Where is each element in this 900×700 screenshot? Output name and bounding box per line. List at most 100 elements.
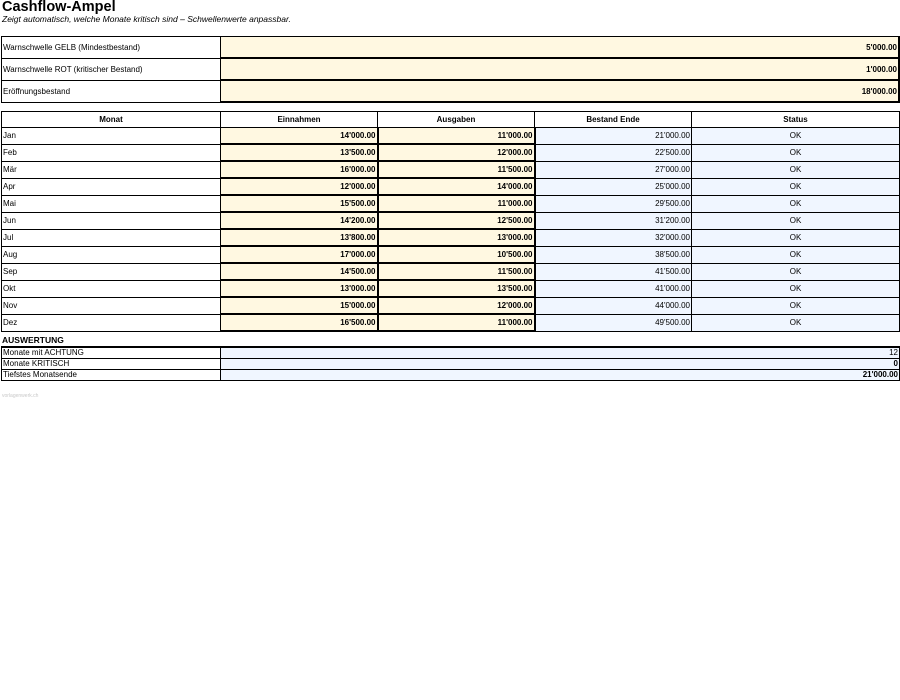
table-row: Okt 13'000.00 13'500.00 41'000.00 OK	[1, 279, 900, 298]
sheet-subtitle: Zeigt automatisch, welche Monate kritisc…	[2, 14, 291, 24]
parameter-label: Warnschwelle GELB (Mindestbestand)	[1, 36, 221, 59]
expenses-cell[interactable]: 11'000.00	[377, 313, 536, 332]
status-cell: OK	[691, 245, 900, 264]
income-cell[interactable]: 13'800.00	[220, 228, 379, 247]
income-cell[interactable]: 16'500.00	[220, 313, 379, 332]
income-cell[interactable]: 13'000.00	[220, 279, 379, 298]
status-cell: OK	[691, 211, 900, 230]
balance-cell: 32'000.00	[534, 228, 692, 247]
income-cell[interactable]: 13'500.00	[220, 143, 379, 162]
parameter-label: Eröffnungsbestand	[1, 79, 221, 103]
balance-cell: 44'000.00	[534, 296, 692, 315]
status-cell: OK	[691, 194, 900, 213]
month-cell: Feb	[1, 143, 221, 162]
income-cell[interactable]: 14'500.00	[220, 262, 379, 281]
expenses-cell[interactable]: 12'000.00	[377, 143, 536, 162]
income-cell[interactable]: 15'500.00	[220, 194, 379, 213]
month-cell: Mai	[1, 194, 221, 213]
parameter-value-cell[interactable]: 1'000.00	[220, 57, 900, 81]
month-cell: Jun	[1, 211, 221, 230]
status-cell: OK	[691, 313, 900, 332]
balance-cell: 22'500.00	[534, 143, 692, 162]
balance-cell: 27'000.00	[534, 160, 692, 179]
header-status: Status	[691, 111, 900, 128]
month-cell: Mär	[1, 160, 221, 179]
table-row: Feb 13'500.00 12'000.00 22'500.00 OK	[1, 143, 900, 162]
income-cell[interactable]: 12'000.00	[220, 177, 379, 196]
expenses-cell[interactable]: 10'500.00	[377, 245, 536, 264]
status-cell: OK	[691, 160, 900, 179]
table-row: Jun 14'200.00 12'500.00 31'200.00 OK	[1, 211, 900, 230]
month-cell: Apr	[1, 177, 221, 196]
balance-cell: 21'000.00	[534, 127, 692, 145]
status-cell: OK	[691, 296, 900, 315]
status-cell: OK	[691, 262, 900, 281]
balance-cell: 41'000.00	[534, 279, 692, 298]
evaluation-row: Monate mit ACHTUNG 12	[1, 346, 900, 359]
table-row: Jan 14'000.00 11'000.00 21'000.00 OK	[1, 127, 900, 145]
table-row: Mär 16'000.00 11'500.00 27'000.00 OK	[1, 160, 900, 179]
evaluation-row: Tiefstes Monatsende 21'000.00	[1, 369, 900, 381]
income-cell[interactable]: 17'000.00	[220, 245, 379, 264]
evaluation-value: 12	[220, 346, 900, 359]
status-cell: OK	[691, 228, 900, 247]
table-row: Aug 17'000.00 10'500.00 38'500.00 OK	[1, 245, 900, 264]
table-row: Dez 16'500.00 11'000.00 49'500.00 OK	[1, 313, 900, 332]
balance-cell: 41'500.00	[534, 262, 692, 281]
month-cell: Okt	[1, 279, 221, 298]
header-bestand-ende: Bestand Ende	[534, 111, 692, 128]
evaluation-label: Tiefstes Monatsende	[1, 369, 221, 381]
evaluation-heading: AUSWERTUNG	[2, 335, 64, 345]
status-cell: OK	[691, 177, 900, 196]
balance-cell: 25'000.00	[534, 177, 692, 196]
sheet-title: Cashflow-Ampel	[2, 0, 116, 15]
parameter-value-cell[interactable]: 18'000.00	[220, 79, 900, 103]
table-row: Mai 15'500.00 11'000.00 29'500.00 OK	[1, 194, 900, 213]
expenses-cell[interactable]: 13'500.00	[377, 279, 536, 298]
income-cell[interactable]: 16'000.00	[220, 160, 379, 179]
expenses-cell[interactable]: 12'000.00	[377, 296, 536, 315]
header-einnahmen: Einnahmen	[220, 111, 378, 128]
month-cell: Dez	[1, 313, 221, 332]
monthly-cashflow-table: Monat Einnahmen Ausgaben Bestand Ende St…	[1, 111, 900, 332]
expenses-cell[interactable]: 11'000.00	[377, 194, 536, 213]
parameter-row: Eröffnungsbestand 18'000.00	[1, 79, 900, 103]
expenses-cell[interactable]: 11'500.00	[377, 160, 536, 179]
parameter-row: Warnschwelle ROT (kritischer Bestand) 1'0…	[1, 57, 900, 81]
parameter-row: Warnschwelle GELB (Mindestbestand) 5'000.…	[1, 36, 900, 59]
balance-cell: 38'500.00	[534, 245, 692, 264]
balance-cell: 29'500.00	[534, 194, 692, 213]
income-cell[interactable]: 14'000.00	[220, 127, 379, 145]
evaluation-table: Monate mit ACHTUNG 12 Monate KRITISCH 0 Tief…	[1, 346, 900, 381]
parameter-label: Warnschwelle ROT (kritischer Bestand)	[1, 57, 221, 81]
status-cell: OK	[691, 279, 900, 298]
balance-cell: 49'500.00	[534, 313, 692, 332]
footer-credit: vorlagenwerk.ch	[2, 393, 39, 399]
status-cell: OK	[691, 143, 900, 162]
table-row: Apr 12'000.00 14'000.00 25'000.00 OK	[1, 177, 900, 196]
expenses-cell[interactable]: 13'000.00	[377, 228, 536, 247]
income-cell[interactable]: 15'000.00	[220, 296, 379, 315]
header-monat: Monat	[1, 111, 221, 128]
expenses-cell[interactable]: 11'000.00	[377, 127, 536, 145]
month-cell: Aug	[1, 245, 221, 264]
table-header-row: Monat Einnahmen Ausgaben Bestand Ende St…	[1, 111, 900, 128]
table-row: Nov 15'000.00 12'000.00 44'000.00 OK	[1, 296, 900, 315]
evaluation-row: Monate KRITISCH 0	[1, 358, 900, 370]
month-cell: Jan	[1, 127, 221, 145]
evaluation-label: Monate KRITISCH	[1, 358, 221, 370]
income-cell[interactable]: 14'200.00	[220, 211, 379, 230]
header-ausgaben: Ausgaben	[377, 111, 535, 128]
evaluation-value: 0	[220, 358, 900, 370]
month-cell: Sep	[1, 262, 221, 281]
expenses-cell[interactable]: 12'500.00	[377, 211, 536, 230]
evaluation-label: Monate mit ACHTUNG	[1, 346, 221, 359]
month-cell: Nov	[1, 296, 221, 315]
month-cell: Jul	[1, 228, 221, 247]
parameter-value-cell[interactable]: 5'000.00	[220, 36, 900, 59]
expenses-cell[interactable]: 11'500.00	[377, 262, 536, 281]
expenses-cell[interactable]: 14'000.00	[377, 177, 536, 196]
balance-cell: 31'200.00	[534, 211, 692, 230]
evaluation-value: 21'000.00	[220, 369, 900, 381]
table-row: Sep 14'500.00 11'500.00 41'500.00 OK	[1, 262, 900, 281]
